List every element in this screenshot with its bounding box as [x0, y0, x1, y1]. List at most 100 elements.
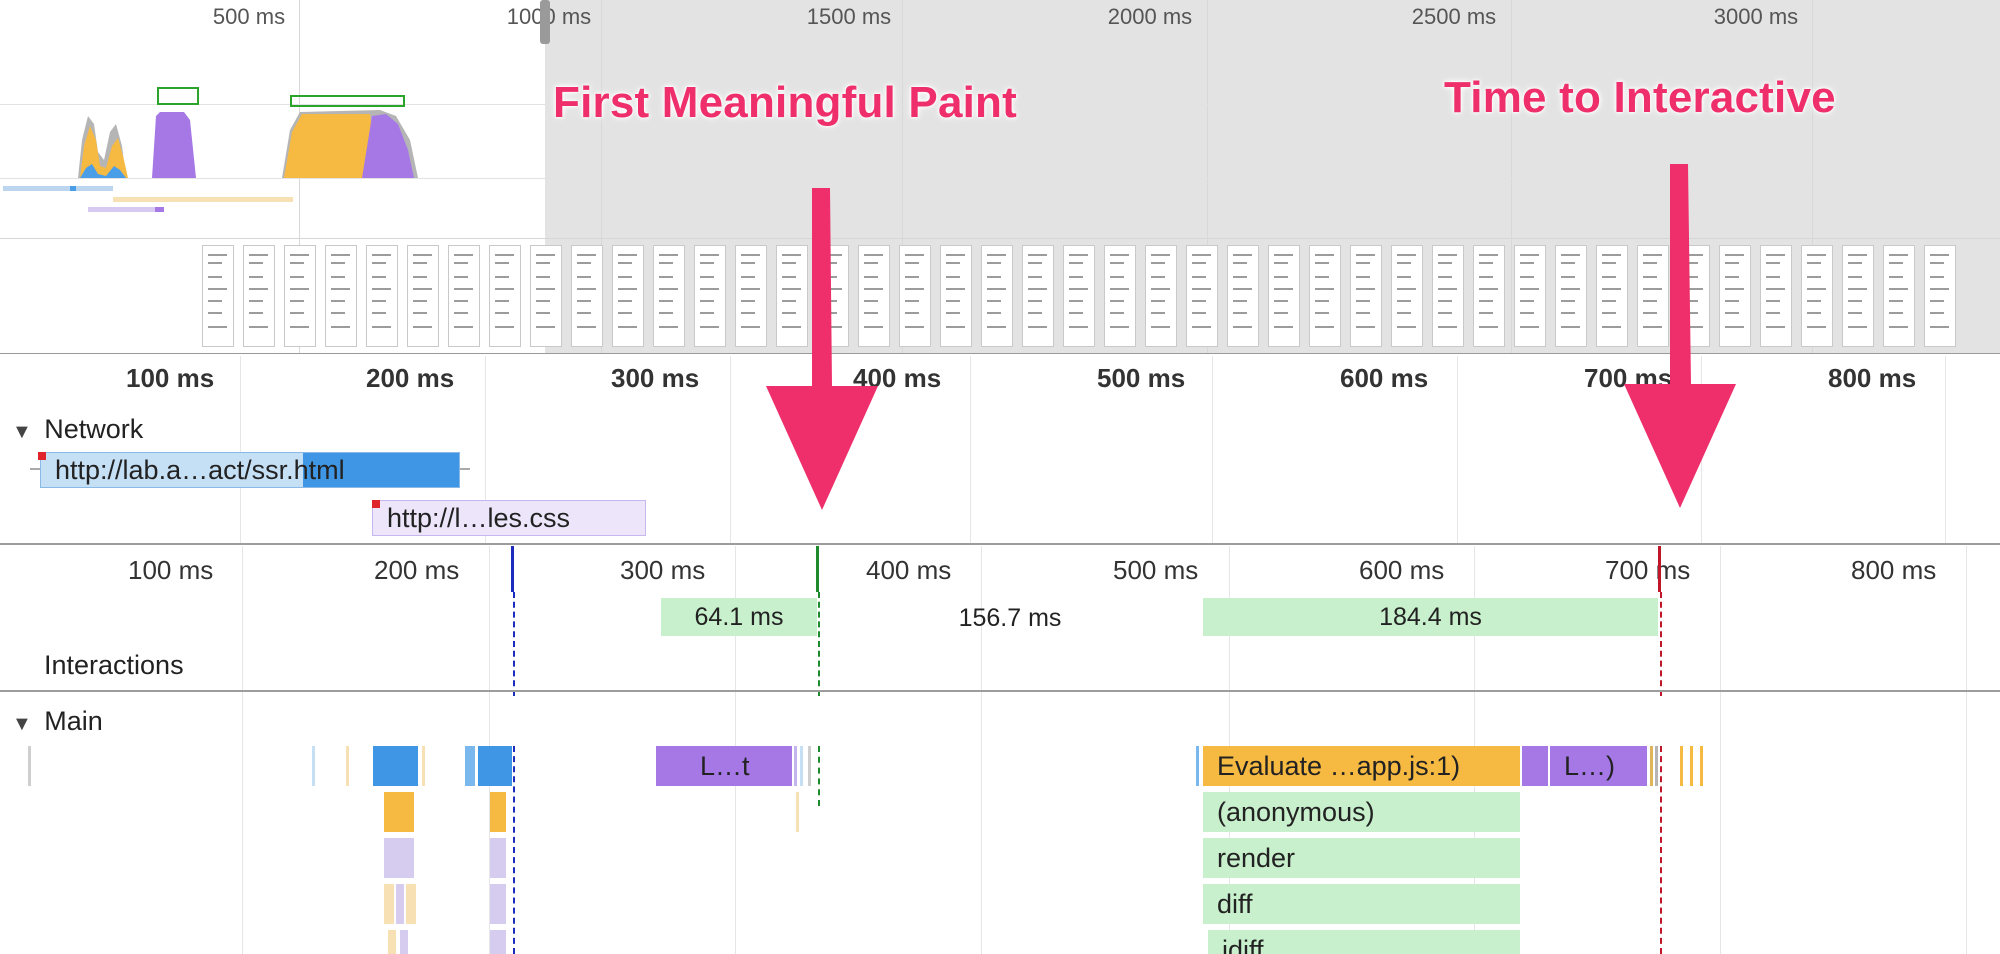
- task-sliver[interactable]: [796, 792, 799, 832]
- filmstrip-thumbnail[interactable]: [571, 245, 603, 347]
- gridline: [1966, 692, 1967, 954]
- filmstrip-thumbnail[interactable]: [1268, 245, 1300, 347]
- gridline: [489, 546, 490, 691]
- diff-function-task[interactable]: diff: [1203, 884, 1521, 924]
- filmstrip-thumbnail[interactable]: [1760, 245, 1792, 347]
- filmstrip-thumbnail[interactable]: [407, 245, 439, 347]
- layout-task[interactable]: L…): [1550, 746, 1648, 786]
- function-call-task[interactable]: [490, 884, 506, 924]
- filmstrip-thumbnail[interactable]: [1473, 245, 1505, 347]
- overview-gridline: [1511, 0, 1512, 354]
- task-sliver[interactable]: [794, 746, 797, 786]
- evaluate-script-task[interactable]: Evaluate …app.js:1): [1203, 746, 1521, 786]
- task-sliver[interactable]: [1655, 746, 1658, 786]
- filmstrip-thumbnail[interactable]: [448, 245, 480, 347]
- filmstrip-thumbnail[interactable]: [1391, 245, 1423, 347]
- overview-selection-handle[interactable]: [540, 0, 550, 44]
- task-sliver[interactable]: [800, 746, 803, 786]
- filmstrip-thumbnail[interactable]: [1924, 245, 1956, 347]
- filmstrip-thumbnail[interactable]: [1063, 245, 1095, 347]
- task-sliver[interactable]: [1196, 746, 1199, 786]
- filmstrip-thumbnail[interactable]: [694, 245, 726, 347]
- parse-html-task[interactable]: [478, 746, 512, 786]
- time-to-interactive-marker: [1658, 546, 1661, 592]
- filmstrip-thumbnail[interactable]: [1801, 245, 1833, 347]
- function-call-task[interactable]: [384, 792, 414, 832]
- layout-task[interactable]: L…t: [656, 746, 793, 786]
- filmstrip-thumbnail[interactable]: [899, 245, 931, 347]
- filmstrip-thumbnail[interactable]: [1186, 245, 1218, 347]
- function-call-task[interactable]: [490, 838, 506, 878]
- filmstrip-thumbnail[interactable]: [1883, 245, 1915, 347]
- interaction-duration-bar[interactable]: 64.1 ms: [661, 598, 817, 636]
- filmstrip-thumbnail[interactable]: [284, 245, 316, 347]
- filmstrip-thumbnail[interactable]: [1350, 245, 1382, 347]
- interactions-track-title: Interactions: [44, 650, 184, 680]
- filmstrip-thumbnail[interactable]: [489, 245, 521, 347]
- ruler-tick-label: 500 ms: [1097, 363, 1186, 393]
- task-sliver[interactable]: [1680, 746, 1683, 786]
- layout-task[interactable]: [1522, 746, 1548, 786]
- anonymous-function-task[interactable]: (anonymous): [1203, 792, 1521, 832]
- function-call-task[interactable]: [384, 884, 394, 924]
- ruler-tick-label: 100 ms: [128, 555, 214, 585]
- filmstrip-thumbnail[interactable]: [940, 245, 972, 347]
- gridline: [1945, 356, 1946, 544]
- interaction-duration-bar[interactable]: 184.4 ms: [1203, 598, 1658, 636]
- function-call-task[interactable]: [400, 930, 408, 954]
- function-call-task[interactable]: [490, 930, 506, 954]
- task-sliver[interactable]: [1700, 746, 1703, 786]
- network-request-css[interactable]: http://l…les.css: [372, 500, 646, 536]
- filmstrip-thumbnail[interactable]: [1842, 245, 1874, 347]
- task-sliver[interactable]: [28, 746, 31, 786]
- filmstrip-thumbnail[interactable]: [1022, 245, 1054, 347]
- ruler-tick-label: 600 ms: [1359, 555, 1445, 585]
- request-priority-flag: [372, 500, 380, 508]
- filmstrip-thumbnail[interactable]: [1555, 245, 1587, 347]
- filmstrip-thumbnail[interactable]: [243, 245, 275, 347]
- task-sliver[interactable]: [1650, 746, 1653, 786]
- parse-html-task[interactable]: [373, 746, 418, 786]
- function-call-task[interactable]: [384, 838, 414, 878]
- filmstrip-thumbnail[interactable]: [202, 245, 234, 347]
- annotation-time-to-interactive: Time to Interactive: [1444, 73, 1836, 122]
- gridline: [240, 356, 241, 544]
- function-call-task[interactable]: [490, 792, 506, 832]
- cpu-activity-chart: [78, 87, 418, 178]
- function-call-task[interactable]: [396, 884, 404, 924]
- ruler-tick-label: 400 ms: [866, 555, 952, 585]
- filmstrip-thumbnail[interactable]: [1227, 245, 1259, 347]
- network-track-header[interactable]: ▼ Network: [12, 414, 143, 445]
- task-sliver[interactable]: [1690, 746, 1693, 786]
- main-track-header[interactable]: ▼ Main: [12, 706, 103, 737]
- task-sliver[interactable]: [422, 746, 425, 786]
- filmstrip-thumbnail[interactable]: [981, 245, 1013, 347]
- first-meaningful-paint-line: [818, 746, 820, 806]
- overview-tick-label: 2500 ms: [1411, 4, 1497, 29]
- collapse-triangle-icon[interactable]: ▼: [12, 713, 32, 735]
- function-call-task[interactable]: [388, 930, 396, 954]
- filmstrip-thumbnail[interactable]: [1104, 245, 1136, 347]
- network-request-ssr-html[interactable]: http://lab.a…act/ssr.html: [40, 452, 460, 488]
- task-sliver[interactable]: [346, 746, 349, 786]
- function-call-task[interactable]: [406, 884, 416, 924]
- filmstrip-thumbnail[interactable]: [325, 245, 357, 347]
- gridline: [1720, 692, 1721, 954]
- task-sliver[interactable]: [465, 746, 475, 786]
- idiff-function-task[interactable]: idiff: [1208, 930, 1521, 954]
- filmstrip-thumbnail[interactable]: [612, 245, 644, 347]
- task-sliver[interactable]: [808, 746, 811, 786]
- filmstrip-thumbnail[interactable]: [653, 245, 685, 347]
- render-function-task[interactable]: render: [1203, 838, 1521, 878]
- filmstrip-thumbnail[interactable]: [1309, 245, 1341, 347]
- dom-content-loaded-line: [513, 592, 515, 696]
- filmstrip-thumbnail[interactable]: [366, 245, 398, 347]
- collapse-triangle-icon[interactable]: ▼: [12, 421, 32, 443]
- ruler-tick-label: 500 ms: [1113, 555, 1199, 585]
- filmstrip-thumbnail[interactable]: [530, 245, 562, 347]
- filmstrip-thumbnail[interactable]: [1145, 245, 1177, 347]
- task-sliver[interactable]: [312, 746, 315, 786]
- filmstrip-thumbnail[interactable]: [1432, 245, 1464, 347]
- filmstrip-thumbnail[interactable]: [1514, 245, 1546, 347]
- gridline: [981, 692, 982, 954]
